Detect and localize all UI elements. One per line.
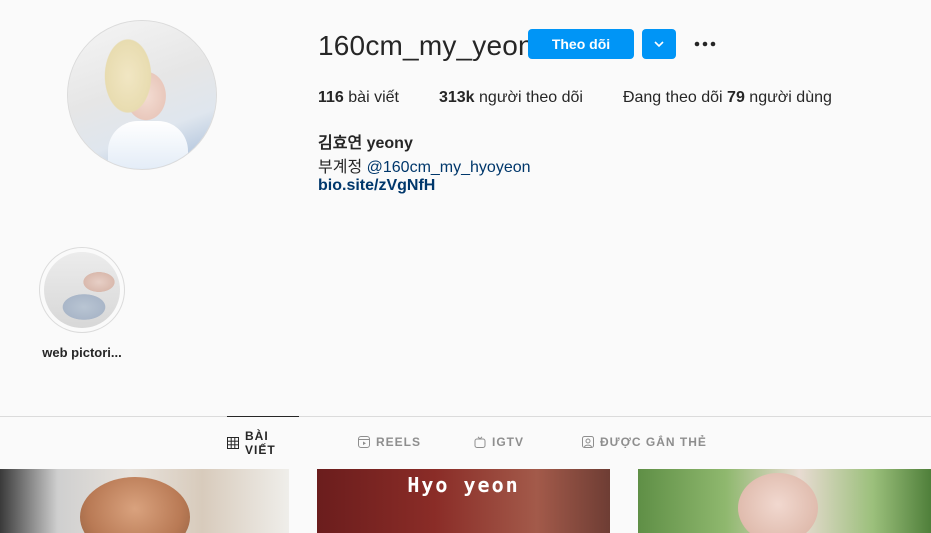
post-image bbox=[738, 473, 818, 533]
grid-icon bbox=[227, 436, 239, 449]
tab-tagged[interactable]: ĐƯỢC GẮN THẺ bbox=[582, 416, 707, 468]
posts-stat: 116 bài viết bbox=[318, 89, 399, 107]
post-thumbnail[interactable] bbox=[638, 469, 931, 533]
tab-reels[interactable]: REELS bbox=[358, 416, 421, 468]
tab-tagged-label: ĐƯỢC GẮN THẺ bbox=[600, 435, 707, 449]
more-dots-icon bbox=[694, 41, 716, 47]
profile-full-name: 김효연 yeony bbox=[318, 135, 413, 152]
tab-posts-label: BÀI VIẾT bbox=[245, 428, 276, 457]
follow-button[interactable]: Theo dõi bbox=[528, 29, 634, 59]
profile-username: 160cm_my_yeon bbox=[318, 30, 534, 61]
suggested-accounts-button[interactable] bbox=[642, 29, 676, 59]
post-thumbnail[interactable] bbox=[0, 469, 289, 533]
igtv-icon bbox=[474, 436, 486, 448]
bio-external-link[interactable]: bio.site/zVgNfH bbox=[318, 177, 435, 195]
tagged-icon bbox=[582, 436, 594, 448]
following-suffix: người dùng bbox=[749, 89, 832, 106]
post-overlay-text: Hyo yeon bbox=[407, 473, 520, 497]
highlight-cover-image bbox=[44, 252, 120, 328]
followers-label: người theo dõi bbox=[479, 89, 583, 106]
tab-igtv-label: IGTV bbox=[492, 435, 525, 449]
chevron-down-icon bbox=[654, 41, 664, 48]
post-thumbnail[interactable]: Hyo yeon bbox=[317, 469, 610, 533]
story-highlight[interactable]: web pictori... bbox=[38, 247, 126, 360]
highlight-ring bbox=[39, 247, 125, 333]
more-options-button[interactable] bbox=[692, 34, 718, 54]
post-image bbox=[80, 477, 190, 533]
posts-label: bài viết bbox=[348, 89, 399, 106]
tab-posts[interactable]: BÀI VIẾT bbox=[227, 416, 299, 468]
profile-tabs: BÀI VIẾT REELS IGTV ĐƯỢC GẮN THẺ bbox=[0, 416, 931, 468]
avatar-image bbox=[68, 21, 216, 169]
posts-count: 116 bbox=[318, 89, 344, 106]
followers-count: 313k bbox=[438, 89, 475, 106]
bio-prefix: 부계정 bbox=[318, 159, 363, 176]
highlight-label: web pictori... bbox=[42, 345, 122, 360]
following-prefix: Đang theo dõi bbox=[622, 89, 723, 106]
followers-stat[interactable]: 313k người theo dõi bbox=[439, 89, 583, 107]
following-count: 79 bbox=[727, 89, 745, 106]
profile-bio: 부계정 @160cm_my_hyoyeon bbox=[318, 153, 531, 177]
profile-stats: 116 bài viết 313k người theo dõi Đang th… bbox=[318, 89, 872, 107]
bio-mention-link[interactable]: @160cm_my_hyoyeon bbox=[367, 159, 531, 176]
reels-icon bbox=[358, 436, 370, 448]
tab-reels-label: REELS bbox=[376, 435, 422, 449]
tab-igtv[interactable]: IGTV bbox=[474, 416, 524, 468]
following-stat[interactable]: Đang theo dõi 79 người dùng bbox=[623, 89, 832, 107]
profile-avatar[interactable] bbox=[67, 20, 217, 170]
